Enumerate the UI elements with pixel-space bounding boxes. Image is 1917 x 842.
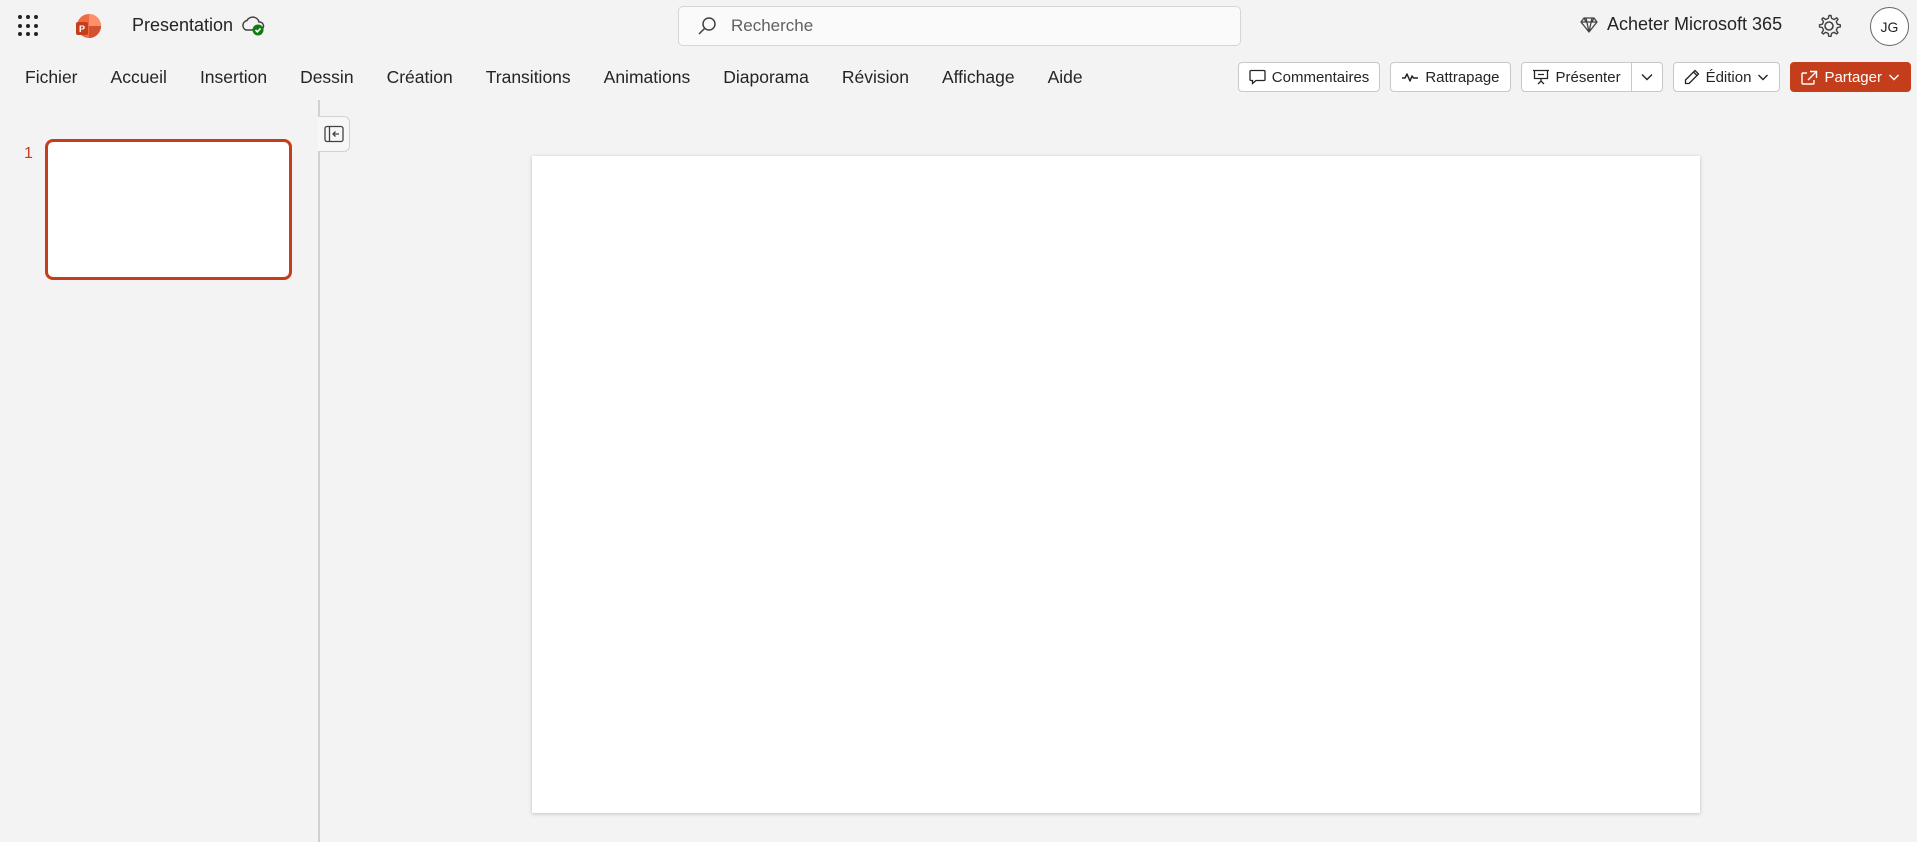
catchup-label: Rattrapage	[1425, 68, 1500, 86]
share-button[interactable]: Partager	[1790, 62, 1911, 92]
tab-fichier[interactable]: Fichier	[12, 56, 91, 98]
tab-dessin[interactable]: Dessin	[287, 56, 367, 98]
buy-microsoft-365-button[interactable]: Acheter Microsoft 365	[1580, 14, 1782, 35]
slide-thumbnail[interactable]	[45, 139, 292, 280]
chevron-down-icon	[1758, 74, 1769, 81]
catchup-button[interactable]: Rattrapage	[1390, 62, 1511, 92]
pane-divider[interactable]	[318, 100, 320, 842]
editing-label: Édition	[1705, 68, 1752, 86]
search-input[interactable]	[731, 16, 1211, 36]
ribbon: Fichier Accueil Insertion Dessin Créatio…	[0, 56, 1917, 98]
document-title[interactable]: Presentation	[132, 15, 233, 36]
chevron-down-icon	[1889, 74, 1899, 81]
present-label: Présenter	[1555, 68, 1621, 86]
pencil-icon	[1684, 69, 1699, 85]
search-box[interactable]	[678, 6, 1241, 46]
comments-button[interactable]: Commentaires	[1237, 62, 1381, 92]
comment-icon	[1249, 69, 1266, 85]
gear-icon[interactable]	[1816, 13, 1842, 39]
ribbon-tabs: Fichier Accueil Insertion Dessin Créatio…	[12, 56, 1103, 98]
collapse-pane-icon	[323, 125, 344, 143]
buy-label: Acheter Microsoft 365	[1607, 14, 1783, 34]
tab-affichage[interactable]: Affichage	[929, 56, 1028, 98]
cloud-saved-icon[interactable]	[240, 14, 266, 38]
tab-insertion[interactable]: Insertion	[187, 56, 280, 98]
svg-text:P: P	[79, 24, 85, 34]
search-icon	[698, 17, 716, 35]
tab-transitions[interactable]: Transitions	[473, 56, 584, 98]
tab-diaporama[interactable]: Diaporama	[710, 56, 822, 98]
present-split-button: Présenter	[1520, 62, 1663, 92]
chevron-down-icon	[1641, 74, 1653, 81]
share-icon	[1801, 70, 1818, 85]
slide-number: 1	[24, 145, 33, 162]
powerpoint-logo-icon[interactable]: P	[74, 12, 102, 40]
tab-aide[interactable]: Aide	[1035, 56, 1096, 98]
collapse-pane-button[interactable]	[318, 116, 350, 152]
tab-animations[interactable]: Animations	[591, 56, 704, 98]
present-options-button[interactable]	[1631, 62, 1663, 92]
app-launcher-icon[interactable]	[14, 12, 44, 40]
share-label: Partager	[1824, 68, 1882, 86]
diamond-icon	[1580, 16, 1598, 33]
comments-label: Commentaires	[1271, 68, 1370, 86]
tab-creation[interactable]: Création	[374, 56, 466, 98]
ribbon-actions: Commentaires Rattrapage Présenter Éditio…	[1228, 62, 1911, 92]
avatar[interactable]: JG	[1870, 7, 1909, 46]
tab-accueil[interactable]: Accueil	[98, 56, 180, 98]
presenter-icon	[1532, 69, 1549, 85]
title-bar: P Presentation Acheter Microsoft 365 JG	[0, 0, 1917, 52]
slide-canvas[interactable]	[532, 156, 1700, 813]
editing-mode-button[interactable]: Édition	[1672, 62, 1781, 92]
present-button[interactable]: Présenter	[1520, 62, 1632, 92]
pulse-icon	[1402, 73, 1419, 82]
tab-revision[interactable]: Révision	[829, 56, 922, 98]
